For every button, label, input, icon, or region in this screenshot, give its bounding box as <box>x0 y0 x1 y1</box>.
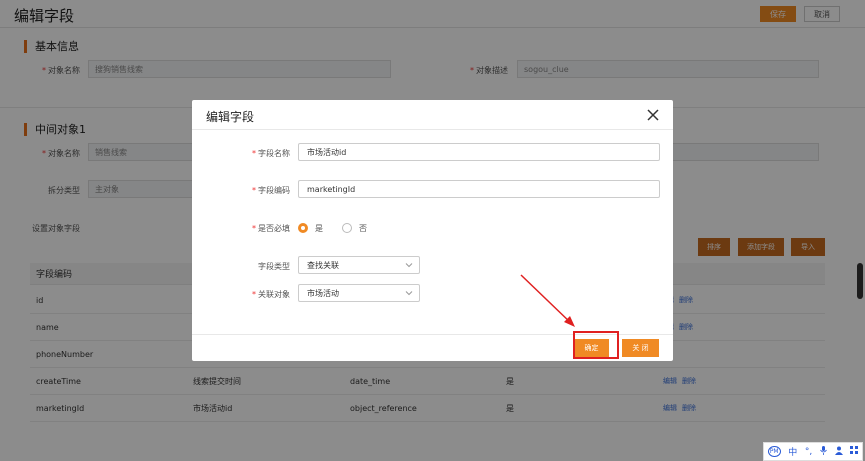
ime-symbol-toggle[interactable]: °, <box>805 447 812 457</box>
chevron-down-icon <box>405 291 413 296</box>
grid-icon[interactable] <box>850 446 859 457</box>
highlight-box <box>573 331 619 359</box>
ime-lang-toggle[interactable]: 中 <box>788 445 797 458</box>
related-object-label: * 关联对象 <box>252 290 290 299</box>
required-yes-label: 是 <box>315 224 323 233</box>
chevron-down-icon <box>405 263 413 268</box>
modal-header: 编辑字段 <box>192 100 673 130</box>
ime-logo-icon[interactable]: PM <box>767 446 781 457</box>
field-name-label: * 字段名称 <box>252 149 290 158</box>
close-icon[interactable] <box>644 106 662 124</box>
related-object-select[interactable]: 市场活动 <box>298 284 420 302</box>
field-code-input[interactable]: marketingId <box>298 180 660 198</box>
required-no-radio[interactable] <box>342 223 352 233</box>
related-object-value: 市场活动 <box>307 288 339 298</box>
ime-toolbar[interactable]: PM 中 °, <box>763 442 863 461</box>
field-code-label: * 字段编码 <box>252 186 290 195</box>
required-yes-radio[interactable] <box>298 223 308 233</box>
edit-field-modal: 编辑字段 * 字段名称 市场活动id * 字段编码 marketingId * 是否必… <box>192 100 673 361</box>
required-label: * 是否必填 <box>252 224 290 233</box>
user-icon[interactable] <box>834 446 843 458</box>
field-type-label: 字段类型 <box>258 262 290 271</box>
modal-title: 编辑字段 <box>206 110 255 124</box>
field-type-select[interactable]: 查找关联 <box>298 256 420 274</box>
field-name-input[interactable]: 市场活动id <box>298 143 660 161</box>
required-no-label: 否 <box>359 224 367 233</box>
microphone-icon[interactable] <box>820 445 827 458</box>
field-type-value: 查找关联 <box>307 260 339 270</box>
close-button[interactable]: 关 闭 <box>622 339 659 357</box>
